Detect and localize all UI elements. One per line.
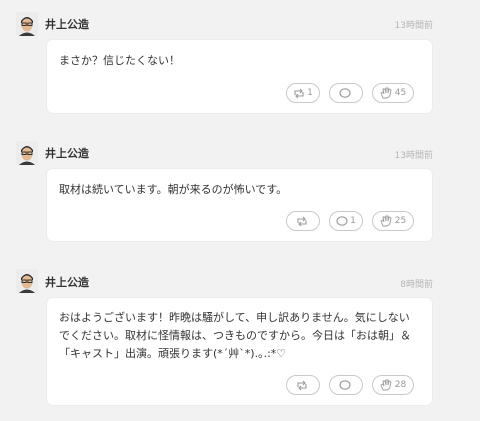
author-name[interactable]: 井上公造 bbox=[45, 16, 89, 32]
avatar[interactable] bbox=[16, 141, 38, 165]
post-actions: 1 45 bbox=[286, 83, 414, 103]
retweet-button[interactable]: 1 bbox=[286, 83, 320, 103]
clap-icon bbox=[380, 87, 393, 99]
retweet-icon bbox=[296, 380, 308, 391]
comment-icon bbox=[336, 215, 348, 227]
clap-count: 28 bbox=[394, 380, 407, 390]
retweet-icon bbox=[296, 216, 308, 227]
clap-button[interactable]: 45 bbox=[372, 83, 414, 103]
clap-button[interactable]: 25 bbox=[372, 211, 414, 231]
comment-icon bbox=[339, 379, 351, 391]
clap-icon bbox=[380, 215, 393, 227]
post-card: 取材は続いています。朝が来るのが怖いです。 1 25 bbox=[47, 169, 432, 241]
post-text: 取材は続いています。朝が来るのが怖いです。 bbox=[59, 183, 288, 196]
post-card: おはようございます！昨晩は騒がして、申し訳ありません。気にしないでください。取材… bbox=[47, 298, 432, 405]
comment-button[interactable] bbox=[329, 83, 363, 103]
post-time: 13時間前 bbox=[394, 21, 433, 31]
clap-count: 45 bbox=[394, 88, 407, 98]
post-actions: 1 25 bbox=[286, 211, 414, 231]
post-text: まさか？信じたくない！ bbox=[59, 54, 180, 67]
post-card: まさか？信じたくない！ 1 45 bbox=[47, 40, 432, 113]
comment-button[interactable] bbox=[329, 375, 363, 395]
retweet-icon bbox=[293, 88, 305, 99]
retweet-button[interactable] bbox=[286, 375, 320, 395]
avatar[interactable] bbox=[16, 269, 38, 293]
post-text: おはようございます！昨晩は騒がして、申し訳ありません。気にしないでください。取材… bbox=[59, 311, 411, 360]
retweet-button[interactable] bbox=[286, 211, 320, 231]
author-name[interactable]: 井上公造 bbox=[45, 274, 89, 290]
clap-icon bbox=[380, 379, 393, 391]
author-name[interactable]: 井上公造 bbox=[45, 145, 89, 161]
comment-button[interactable]: 1 bbox=[329, 211, 363, 231]
clap-count: 25 bbox=[394, 216, 407, 226]
post-actions: 28 bbox=[286, 375, 414, 395]
avatar[interactable] bbox=[16, 12, 38, 36]
clap-button[interactable]: 28 bbox=[372, 375, 414, 395]
post-time: 13時間前 bbox=[394, 151, 433, 161]
retweet-count: 1 bbox=[307, 88, 313, 98]
post-time: 8時間前 bbox=[400, 280, 433, 290]
comment-count: 1 bbox=[350, 216, 356, 226]
comment-icon bbox=[339, 87, 351, 99]
